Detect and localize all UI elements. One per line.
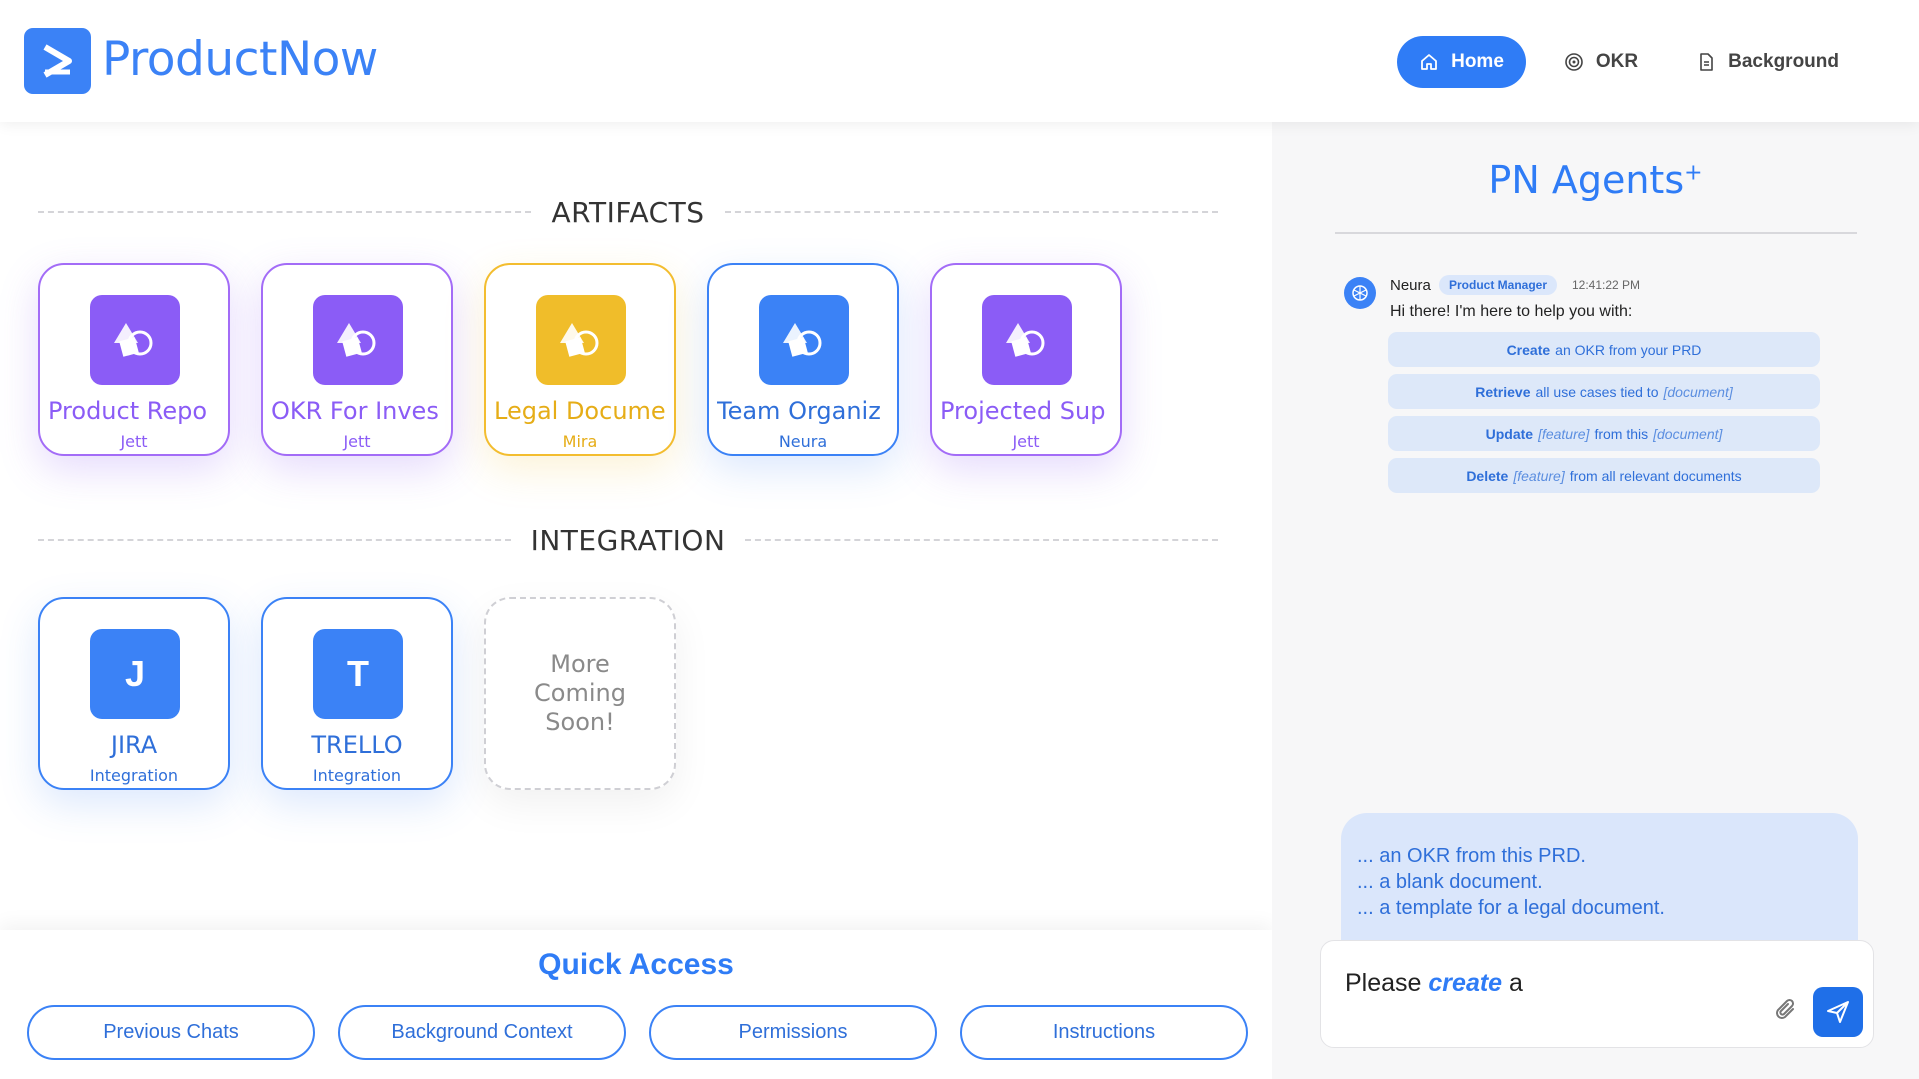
nav-okr-label: OKR bbox=[1595, 51, 1639, 72]
productnow-logo-icon[interactable] bbox=[24, 28, 91, 94]
top-header: ProductNow Home OKR Background bbox=[0, 0, 1919, 122]
integration-sub: Integration bbox=[89, 766, 179, 785]
suggestion-variable: [feature] bbox=[1513, 467, 1565, 484]
jira-letter: J bbox=[124, 653, 146, 694]
input-keyword: create bbox=[1428, 969, 1503, 997]
message-sender: Neura bbox=[1390, 277, 1431, 294]
input-suffix: a bbox=[1509, 969, 1523, 997]
suggestion-text: all use cases tied to bbox=[1535, 383, 1659, 400]
send-icon bbox=[1827, 1001, 1849, 1023]
agent-avatar-icon bbox=[1344, 277, 1376, 309]
artifact-name: OKR For Inves bbox=[271, 397, 439, 425]
artifact-agent: Jett bbox=[1012, 432, 1040, 451]
shapes-icon bbox=[982, 295, 1072, 385]
integration-name: TRELLO bbox=[311, 731, 403, 759]
panel-title: PN Agents+ bbox=[1272, 158, 1919, 202]
suggestion-delete[interactable]: Delete [feature] from all relevant docum… bbox=[1388, 458, 1820, 493]
home-icon bbox=[1421, 54, 1438, 70]
divider bbox=[38, 539, 511, 541]
jira-icon: J bbox=[90, 629, 180, 719]
divider bbox=[745, 539, 1218, 541]
artifact-agent: Jett bbox=[343, 432, 371, 451]
main-nav: Home OKR Background bbox=[1397, 36, 1859, 88]
suggestion-create[interactable]: Create an OKR from your PRD bbox=[1388, 332, 1820, 367]
autocomplete-option[interactable]: ... a template for a legal document. bbox=[1357, 895, 1858, 921]
suggestion-text: an OKR from your PRD bbox=[1555, 341, 1702, 358]
app-name[interactable]: ProductNow bbox=[102, 32, 378, 87]
suggestion-verb: Create bbox=[1506, 341, 1551, 358]
integration-header: INTEGRATION bbox=[38, 520, 1218, 560]
artifact-card[interactable]: Team Organiz Neura bbox=[707, 263, 899, 456]
suggestion-verb: Retrieve bbox=[1475, 383, 1531, 400]
chat-input-text[interactable]: Please create a bbox=[1345, 969, 1523, 998]
quick-access-title: Quick Access bbox=[538, 948, 734, 981]
suggestion-variable: [document] bbox=[1653, 425, 1723, 442]
artifact-card[interactable]: Projected Sup Jett bbox=[930, 263, 1122, 456]
artifact-card[interactable]: Legal Docume Mira bbox=[484, 263, 676, 456]
artifact-name: Legal Docume bbox=[494, 397, 666, 425]
artifact-name: Projected Sup bbox=[940, 397, 1106, 425]
chat-input[interactable]: Please create a bbox=[1320, 940, 1874, 1048]
nav-background-label: Background bbox=[1728, 51, 1839, 72]
nav-home-label: Home bbox=[1451, 51, 1504, 72]
instructions-button[interactable]: Instructions bbox=[960, 1005, 1248, 1060]
nav-home[interactable]: Home bbox=[1397, 36, 1526, 88]
nav-okr[interactable]: OKR bbox=[1544, 36, 1658, 88]
suggestion-text: from all relevant documents bbox=[1569, 467, 1742, 484]
suggestion-verb: Delete bbox=[1466, 467, 1509, 484]
integration-card-trello[interactable]: T TRELLO Integration bbox=[261, 597, 453, 790]
more-line3: Soon! bbox=[545, 708, 615, 736]
divider bbox=[724, 211, 1218, 213]
autocomplete-option[interactable]: ... an OKR from this PRD. bbox=[1357, 843, 1858, 869]
panel-title-text: PN Agents bbox=[1488, 158, 1685, 202]
agents-panel: PN Agents+ Neura Product Manager 12:41:2… bbox=[1272, 122, 1919, 1079]
suggestion-variable: [document] bbox=[1663, 383, 1733, 400]
input-prefix: Please bbox=[1345, 969, 1422, 997]
more-line2: Coming bbox=[534, 679, 626, 707]
suggestion-update[interactable]: Update [feature] from this [document] bbox=[1388, 416, 1820, 451]
permissions-button[interactable]: Permissions bbox=[649, 1005, 937, 1060]
nav-background[interactable]: Background bbox=[1676, 36, 1859, 88]
artifacts-header: ARTIFACTS bbox=[38, 192, 1218, 232]
artifact-agent: Mira bbox=[562, 432, 598, 451]
artifact-card[interactable]: OKR For Inves Jett bbox=[261, 263, 453, 456]
shapes-icon bbox=[536, 295, 626, 385]
integration-card-jira[interactable]: J JIRA Integration bbox=[38, 597, 230, 790]
autocomplete-option[interactable]: ... a blank document. bbox=[1357, 869, 1858, 895]
more-line1: More bbox=[550, 650, 610, 678]
artifact-agent: Jett bbox=[120, 432, 148, 451]
trello-letter: T bbox=[347, 653, 369, 694]
message-text: Hi there! I'm here to help you with: bbox=[1390, 303, 1633, 320]
shapes-icon bbox=[90, 295, 180, 385]
role-badge: Product Manager bbox=[1439, 275, 1558, 295]
artifact-name: Product Repo bbox=[48, 397, 208, 425]
artifacts-title: ARTIFACTS bbox=[551, 195, 705, 229]
suggestion-text: from this bbox=[1594, 425, 1649, 442]
artifact-agent: Neura bbox=[778, 432, 828, 451]
divider bbox=[1335, 232, 1857, 234]
more-coming-soon-card: More Coming Soon! bbox=[484, 597, 676, 790]
suggestion-retrieve[interactable]: Retrieve all use cases tied to [document… bbox=[1388, 374, 1820, 409]
target-icon bbox=[1565, 53, 1583, 71]
suggestion-verb: Update bbox=[1485, 425, 1534, 442]
document-icon bbox=[1700, 53, 1713, 71]
send-button[interactable] bbox=[1813, 987, 1863, 1037]
quick-access-bar: Quick Access Previous Chats Background C… bbox=[0, 930, 1272, 1079]
previous-chats-button[interactable]: Previous Chats bbox=[27, 1005, 315, 1060]
background-context-button[interactable]: Background Context bbox=[338, 1005, 626, 1060]
integration-name: JIRA bbox=[110, 731, 158, 759]
panel-title-sup: + bbox=[1684, 160, 1703, 186]
integration-title: INTEGRATION bbox=[530, 523, 726, 557]
trello-icon: T bbox=[313, 629, 403, 719]
paperclip-icon[interactable] bbox=[1773, 997, 1801, 1025]
suggestion-variable: [feature] bbox=[1538, 425, 1590, 442]
autocomplete-dropdown: ... an OKR from this PRD. ... a blank do… bbox=[1341, 813, 1858, 945]
shapes-icon bbox=[313, 295, 403, 385]
message-timestamp: 12:41:22 PM bbox=[1572, 278, 1641, 292]
integration-sub: Integration bbox=[312, 766, 402, 785]
shapes-icon bbox=[759, 295, 849, 385]
divider bbox=[38, 211, 532, 213]
artifact-card[interactable]: Product Repo Jett bbox=[38, 263, 230, 456]
artifact-name: Team Organiz bbox=[717, 397, 881, 425]
